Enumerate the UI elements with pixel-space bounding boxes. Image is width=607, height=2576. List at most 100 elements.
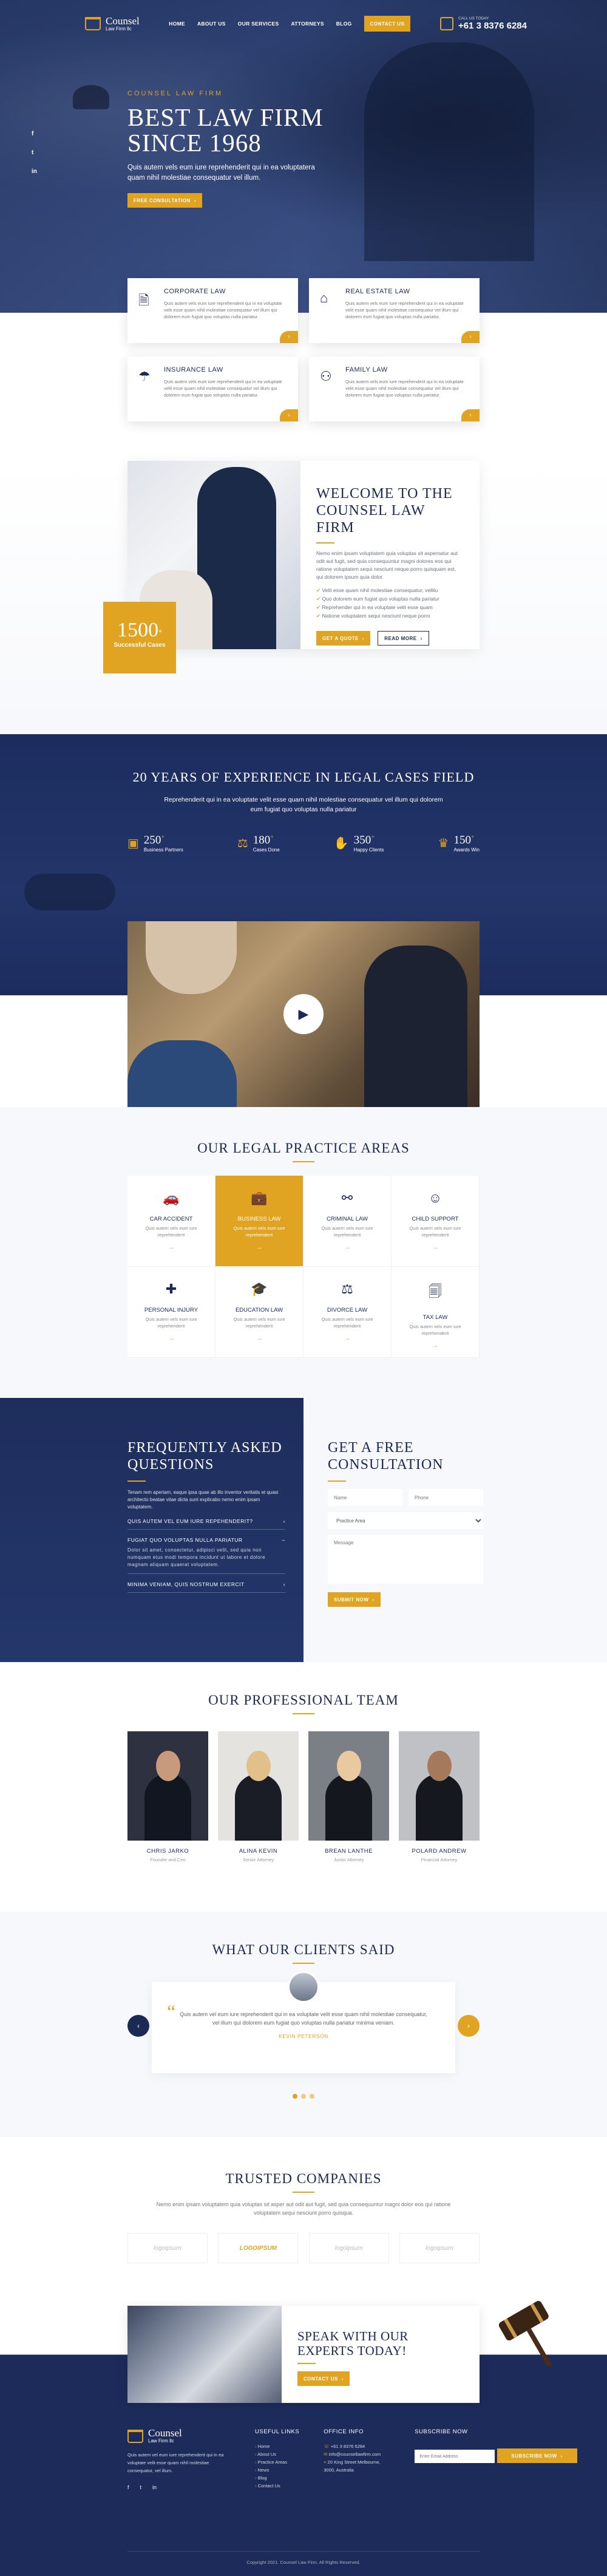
office-photo bbox=[127, 2306, 282, 2403]
nav-home[interactable]: HOME bbox=[169, 21, 185, 27]
team-member[interactable]: BREAN LANTHE Junior Attorney bbox=[308, 1731, 389, 1863]
read-more-button[interactable]: READ MORE › bbox=[378, 631, 429, 646]
logo[interactable]: Counsel Law Firm llc bbox=[85, 16, 140, 32]
footer-link[interactable]: Contact Us bbox=[255, 2482, 299, 2490]
practice-area-select[interactable]: Practice Area bbox=[328, 1512, 483, 1529]
faq-title-line-1: FREQUENTLY ASKED bbox=[127, 1440, 282, 1456]
cta-contact-button[interactable]: CONTACT US › bbox=[297, 2371, 350, 2386]
badge-number: 1500 bbox=[117, 619, 159, 641]
member-photo bbox=[399, 1731, 480, 1841]
nav-blog[interactable]: BLOG bbox=[336, 21, 352, 27]
email-field[interactable] bbox=[415, 2450, 495, 2463]
services-section: 🗎 CORPORATE LAW Quis autem vels eum iure r… bbox=[0, 278, 607, 421]
umbrella-icon: ☂ bbox=[138, 369, 151, 384]
footer-divider bbox=[127, 2551, 480, 2552]
welcome-title-line-1: WELCOME TO THE bbox=[316, 486, 453, 502]
footer-link[interactable]: About Us bbox=[255, 2450, 299, 2458]
member-name: ALINA KEVIN bbox=[239, 1848, 278, 1855]
phone-field[interactable] bbox=[409, 1489, 483, 1506]
practice-item[interactable]: ⚯ CRIMINAL LAW Quis autem vels eum iure re… bbox=[304, 1176, 392, 1267]
arrow-right-icon[interactable]: → bbox=[304, 1335, 391, 1342]
team-member[interactable]: CHRIS JARKO Founder and Ceo bbox=[127, 1731, 208, 1863]
arrow-right-icon[interactable]: › bbox=[280, 409, 298, 421]
service-card-real-estate[interactable]: ⌂ REAL ESTATE LAW Quis autem vels eum iure… bbox=[309, 278, 480, 343]
free-consultation-button[interactable]: FREE CONSULTATION › bbox=[127, 193, 202, 208]
stat-cases: ⚖ 180+ Cases Done bbox=[237, 834, 280, 853]
faq-question[interactable]: FUGIAT QUO VOLUPTAS NULLA PARIATUR – Dolor… bbox=[127, 1530, 285, 1574]
slider-dot[interactable] bbox=[301, 2094, 306, 2099]
twitter-icon[interactable]: t bbox=[32, 149, 37, 156]
handcuffs-icon: ⚯ bbox=[341, 1190, 353, 1205]
faq-question[interactable]: QUIS AUTEM VEL EUM IURE REPEHENDERIT? › bbox=[127, 1511, 285, 1530]
linkedin-icon[interactable]: in bbox=[152, 2484, 157, 2490]
main-menu: HOME ABOUT US OUR SERVICES ATTORNEYS BLO… bbox=[169, 16, 411, 32]
arrow-right-icon[interactable]: → bbox=[392, 1244, 479, 1251]
member-photo bbox=[127, 1731, 208, 1841]
service-card-corporate[interactable]: 🗎 CORPORATE LAW Quis autem vels eum iure r… bbox=[127, 278, 298, 343]
nav-services[interactable]: OUR SERVICES bbox=[238, 21, 279, 27]
stat-number: 150 bbox=[453, 834, 471, 847]
facebook-icon[interactable]: f bbox=[32, 131, 37, 137]
service-card-family[interactable]: ⚇ FAMILY LAW Quis autem vels eum iure repr… bbox=[309, 356, 480, 421]
twitter-icon[interactable]: t bbox=[140, 2484, 142, 2490]
footer-link[interactable]: Blog bbox=[255, 2474, 299, 2482]
video-thumbnail[interactable]: ▶ bbox=[127, 921, 480, 1107]
contact-us-button[interactable]: CONTACT US bbox=[364, 16, 411, 32]
message-field[interactable] bbox=[328, 1535, 483, 1584]
footer-link[interactable]: News bbox=[255, 2466, 299, 2474]
experience-title: 20 YEARS OF EXPERIENCE IN LEGAL CASES FI… bbox=[132, 769, 475, 785]
arrow-right-icon: › bbox=[341, 2376, 344, 2382]
footer-logo[interactable]: Counsel Law Firm llc bbox=[127, 2428, 231, 2444]
team-member[interactable]: ALINA KEVIN Senior Attorney bbox=[218, 1731, 299, 1863]
arrow-right-icon[interactable]: → bbox=[215, 1244, 303, 1251]
arrow-right-icon[interactable]: › bbox=[280, 331, 298, 343]
practice-item[interactable]: ☺ CHILD SUPPORT Quis autem vels eum iure r… bbox=[392, 1176, 480, 1267]
nav-about[interactable]: ABOUT US bbox=[197, 21, 226, 27]
arrow-right-icon[interactable]: → bbox=[127, 1244, 215, 1251]
call-box[interactable]: CALL US TODAY +61 3 8376 6284 bbox=[439, 16, 527, 31]
arrow-right-icon[interactable]: → bbox=[304, 1244, 391, 1251]
social-links: f t in bbox=[32, 131, 37, 175]
practice-item[interactable]: ⚖ DIVORCE LAW Quis autem vels eum iure rep… bbox=[304, 1267, 392, 1358]
faq-question[interactable]: MINIMA VENIAM, QUIS NOSTRUM EXERCIT › bbox=[127, 1574, 285, 1593]
linkedin-icon[interactable]: in bbox=[32, 168, 37, 175]
footer-link[interactable]: Home bbox=[255, 2442, 299, 2450]
arrow-right-icon[interactable]: › bbox=[461, 331, 480, 343]
logos-row: logoipsum LOGOIPSUM logoipsum logoipsum bbox=[127, 2233, 480, 2263]
pillar-icon bbox=[127, 2429, 143, 2443]
play-icon[interactable]: ▶ bbox=[283, 994, 324, 1034]
arrow-right-icon[interactable]: → bbox=[215, 1335, 303, 1342]
practice-item[interactable]: 💼 BUSINESS LAW Quis autem vels eum iure re… bbox=[215, 1176, 304, 1267]
cta-box: SPEAK WITH OUR EXPERTS TODAY! CONTACT US › bbox=[127, 2306, 480, 2403]
practice-item[interactable]: ✚ PERSONAL INJURY Quis autem vels eum iure… bbox=[127, 1267, 215, 1358]
brand-sub: Law Firm llc bbox=[148, 2438, 174, 2444]
house-icon: ⌂ bbox=[320, 290, 328, 305]
subscribe-button[interactable]: SUBSCRIBE NOW › bbox=[497, 2448, 577, 2463]
arrow-right-icon[interactable]: → bbox=[127, 1335, 215, 1342]
welcome-description: Nemo enim ipsam voluptatem quia voluptas… bbox=[316, 550, 458, 580]
service-desc: Quis autem vels eum iure reprehenderit q… bbox=[164, 301, 282, 319]
scales-icon: ⚖ bbox=[237, 837, 248, 850]
footer-links: USEFUL LINKS Home About Us Practice Area… bbox=[255, 2428, 299, 2490]
get-quote-button[interactable]: GET A QUOTE › bbox=[316, 631, 371, 646]
brand-name: Counsel bbox=[106, 15, 140, 27]
footer-heading: USEFUL LINKS bbox=[255, 2428, 300, 2435]
next-arrow-icon[interactable]: › bbox=[458, 2015, 480, 2037]
arrow-right-icon[interactable]: → bbox=[392, 1343, 479, 1349]
company-logo: LOGOIPSUM bbox=[218, 2233, 299, 2263]
arrow-right-icon[interactable]: › bbox=[461, 409, 480, 421]
slider-dot[interactable] bbox=[310, 2094, 314, 2099]
practice-item[interactable]: 🎓 EDUCATION LAW Quis autem vels eum iure r… bbox=[215, 1267, 304, 1358]
practice-item[interactable]: 🗐 TAX LAW Quis autem vels eum iure reprehe… bbox=[392, 1267, 480, 1358]
submit-button[interactable]: SUBMIT NOW › bbox=[328, 1592, 381, 1607]
nav-attorneys[interactable]: ATTORNEYS bbox=[291, 21, 324, 27]
name-field[interactable] bbox=[328, 1489, 402, 1506]
footer-link[interactable]: Practice Areas bbox=[255, 2458, 299, 2466]
head-shape bbox=[246, 1751, 271, 1781]
facebook-icon[interactable]: f bbox=[127, 2484, 129, 2490]
team-member[interactable]: POLARD ANDREW Financial Attorney bbox=[399, 1731, 480, 1863]
slider-dot[interactable] bbox=[293, 2094, 297, 2099]
service-card-insurance[interactable]: ☂ INSURANCE LAW Quis autem vels eum iure r… bbox=[127, 356, 298, 421]
practice-item[interactable]: 🚗 CAR ACCIDENT Quis autem vels eum iure re… bbox=[127, 1176, 215, 1267]
prev-arrow-icon[interactable]: ‹ bbox=[127, 2015, 149, 2037]
